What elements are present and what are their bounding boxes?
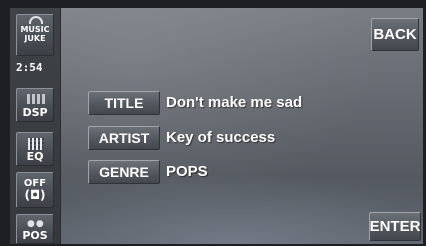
enter-button[interactable]: ENTER — [369, 212, 421, 241]
sidebar: MUSIC JUKE 2:54 DSP EQ OFF (◘) ●● POS — [10, 8, 61, 244]
eq-label: EQ — [26, 150, 44, 163]
title-button[interactable]: TITLE — [88, 91, 160, 115]
title-value: Don't make me sad — [166, 94, 303, 111]
genre-value: POPS — [166, 163, 208, 180]
surround-off-button[interactable]: OFF (◘) — [16, 172, 54, 208]
dsp-button[interactable]: DSP — [16, 88, 54, 122]
dsp-bars-icon — [27, 94, 45, 104]
music-juke-button[interactable]: MUSIC JUKE — [16, 14, 54, 56]
seat-position-icon: ●● — [27, 219, 45, 229]
dsp-label: DSP — [22, 106, 48, 119]
pos-label: POS — [22, 229, 48, 242]
display-screen: MUSIC JUKE 2:54 DSP EQ OFF (◘) ●● POS BA… — [10, 8, 423, 244]
position-button[interactable]: ●● POS — [16, 214, 54, 244]
genre-button[interactable]: GENRE — [88, 160, 160, 184]
music-note-icon — [29, 16, 43, 24]
eq-grid-icon — [28, 138, 44, 150]
surround-icon: (◘) — [24, 188, 46, 202]
artist-value: Key of success — [166, 129, 276, 146]
artist-button[interactable]: ARTIST — [88, 126, 160, 150]
music-juke-label-line1: MUSIC — [20, 25, 50, 34]
music-juke-label-line2: JUKE — [24, 34, 46, 43]
eq-button[interactable]: EQ — [16, 132, 54, 166]
back-button[interactable]: BACK — [371, 18, 419, 51]
clock: 2:54 — [16, 61, 43, 74]
